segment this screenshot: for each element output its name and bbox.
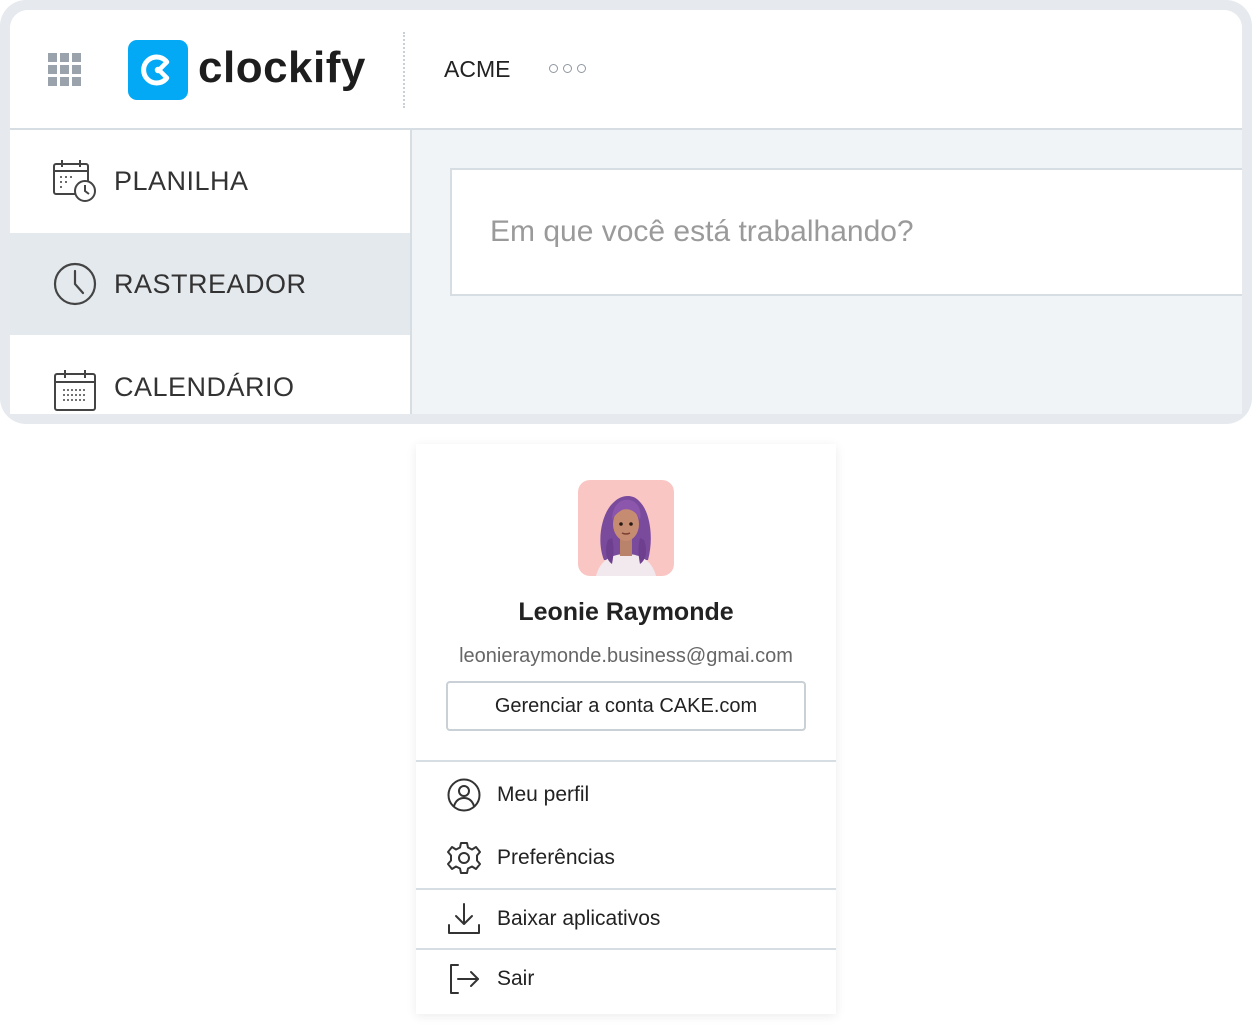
clock-icon	[52, 261, 98, 307]
more-options-icon[interactable]	[549, 63, 589, 77]
calendar-icon	[52, 368, 98, 414]
clockify-logo-icon[interactable]	[128, 40, 188, 100]
app-grid-icon[interactable]	[48, 53, 81, 86]
gear-icon	[446, 840, 482, 876]
logout-icon	[446, 961, 482, 997]
sidebar-item-tracker[interactable]: RASTREADOR	[10, 233, 410, 335]
header-divider	[403, 32, 405, 108]
menu-divider	[416, 888, 836, 890]
sidebar-item-label: RASTREADOR	[114, 269, 307, 299]
sidebar-item-label: PLANILHA	[114, 166, 249, 196]
task-description-input[interactable]	[450, 168, 1242, 296]
app-window: clockify ACME PLANILHA RASTREADOR CALEND…	[10, 10, 1242, 414]
user-circle-icon	[446, 777, 482, 813]
menu-item-logout[interactable]: Sair	[416, 951, 836, 1007]
main-content	[412, 130, 1242, 414]
timesheet-icon	[52, 158, 98, 204]
user-email: leonieraymonde.business@gmai.com	[459, 645, 793, 667]
download-icon	[446, 901, 482, 937]
menu-item-my-profile[interactable]: Meu perfil	[416, 767, 836, 823]
menu-divider	[416, 760, 836, 762]
top-header: clockify ACME	[10, 10, 1242, 130]
app-window-frame: clockify ACME PLANILHA RASTREADOR CALEND…	[0, 0, 1252, 424]
menu-item-download-apps[interactable]: Baixar aplicativos	[416, 891, 836, 947]
menu-item-label: Sair	[497, 967, 535, 990]
workspace-name[interactable]: ACME	[444, 54, 510, 84]
manage-account-button[interactable]: Gerenciar a conta CAKE.com	[446, 681, 806, 731]
menu-item-label: Preferências	[497, 846, 615, 869]
menu-item-label: Baixar aplicativos	[497, 907, 661, 930]
logo-wordmark[interactable]: clockify	[198, 38, 366, 98]
sidebar-item-label: CALENDÁRIO	[114, 372, 295, 402]
sidebar-item-calendar[interactable]: CALENDÁRIO	[10, 336, 410, 414]
menu-item-label: Meu perfil	[497, 783, 590, 806]
sidebar-item-timesheet[interactable]: PLANILHA	[10, 130, 410, 232]
menu-divider	[416, 948, 836, 950]
sidebar: PLANILHA RASTREADOR CALENDÁRIO	[10, 130, 412, 414]
avatar	[578, 480, 674, 576]
menu-item-preferences[interactable]: Preferências	[416, 830, 836, 886]
profile-dropdown: Leonie Raymonde leonieraymonde.business@…	[416, 444, 836, 1014]
user-name: Leonie Raymonde	[518, 598, 734, 626]
